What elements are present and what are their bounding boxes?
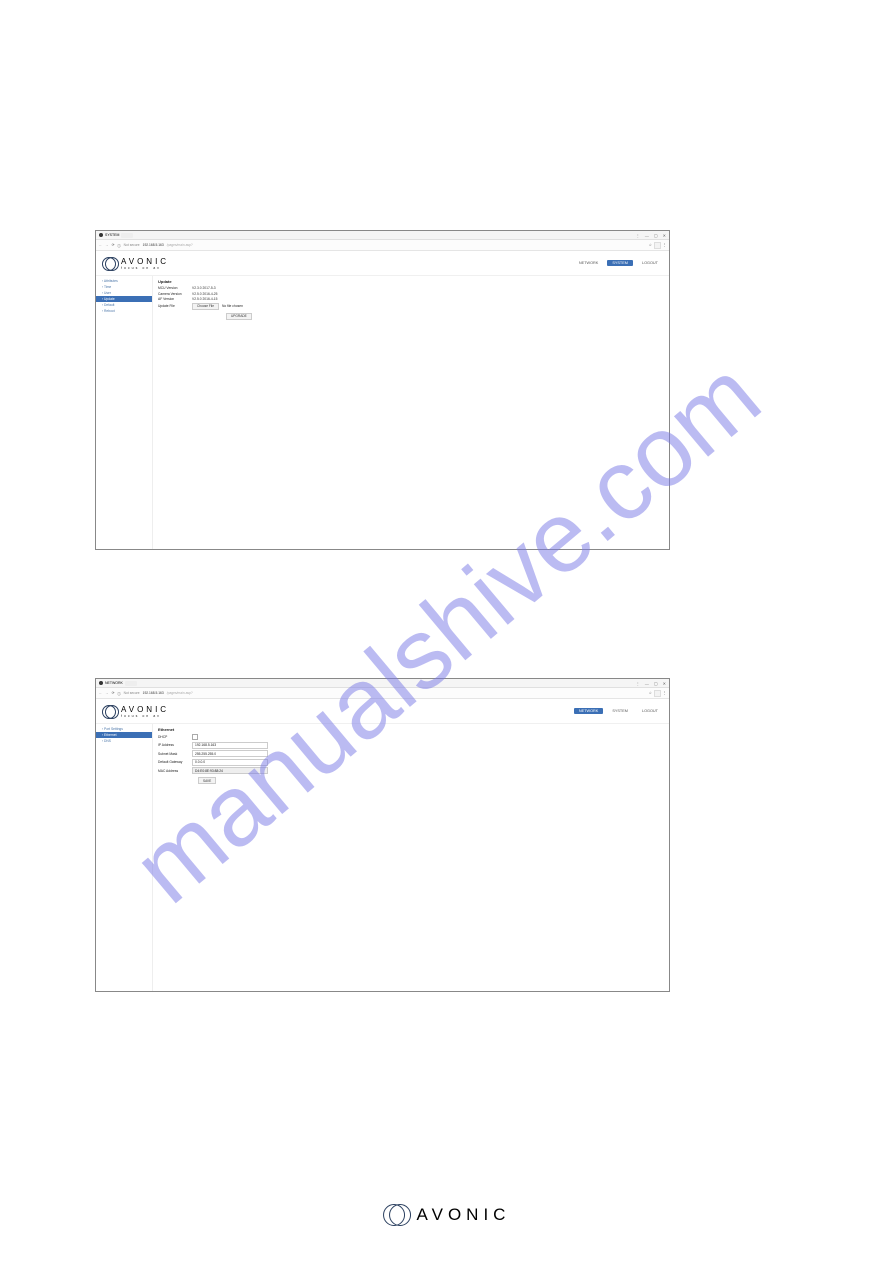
row-dhcp: DHCP <box>158 734 664 740</box>
settings-icon[interactable]: ⋮ <box>636 233 640 238</box>
no-file-label: No file chosen <box>222 304 243 308</box>
security-icon[interactable]: ⓘ <box>117 691 120 696</box>
forward-button[interactable]: → <box>105 243 108 247</box>
url-host[interactable]: 192.168.5.163 <box>143 243 164 247</box>
window-controls: ⋮ — ▢ ✕ <box>636 681 666 686</box>
logo: AVONIC focus on av <box>102 704 169 719</box>
minimize-button[interactable]: — <box>645 681 649 686</box>
app-body: › Port Settings › Ethernet › DNS Etherne… <box>96 724 669 992</box>
row-gateway: Default Gateway0.0.0.0 <box>158 759 664 766</box>
close-button[interactable]: ✕ <box>663 681 666 686</box>
row-mac: MAC AddressD4:E0:8E:93:88:24 <box>158 767 664 774</box>
extension-icon[interactable] <box>654 242 661 249</box>
ip-address-input[interactable]: 192.168.5.163 <box>192 742 268 749</box>
save-button[interactable]: SAVE <box>198 777 216 784</box>
content-pane: Ethernet DHCP IP Address192.168.5.163 Su… <box>153 724 669 992</box>
security-icon[interactable]: ⓘ <box>117 243 120 248</box>
tab-title[interactable]: SYSTEM <box>105 233 119 237</box>
browser-window-system: SYSTEM ⋮ — ▢ ✕ ← → ⟳ ⓘ Not secure 192.16… <box>95 230 670 550</box>
titlebar: NETWORK ⋮ — ▢ ✕ <box>96 679 669 688</box>
menu-icon[interactable]: ⋮ <box>663 243 666 247</box>
page-title: Ethernet <box>158 727 664 732</box>
maximize-button[interactable]: ▢ <box>654 681 658 686</box>
address-bar: ← → ⟳ ⓘ Not secure 192.168.5.163 /pages/… <box>96 688 669 699</box>
logo: AVONIC focus on av <box>102 256 169 271</box>
dhcp-checkbox[interactable] <box>192 734 198 740</box>
logo-text: AVONIC focus on av <box>121 705 169 718</box>
maximize-button[interactable]: ▢ <box>654 233 658 238</box>
menu-icon[interactable]: ⋮ <box>663 691 666 695</box>
row-camera-version: Camera VersionV2.5.0 2016-4-25 <box>158 292 664 296</box>
logo-icon <box>102 704 117 719</box>
header-tabs: NETWORK SYSTEM LOGOUT <box>574 260 663 266</box>
sidebar-item-dns[interactable]: › DNS <box>96 738 152 744</box>
reload-button[interactable]: ⟳ <box>112 243 115 247</box>
new-tab[interactable] <box>121 233 133 238</box>
app-header: AVONIC focus on av NETWORK SYSTEM LOGOUT <box>96 251 669 276</box>
url-path[interactable]: /pages/main.asp? <box>167 691 193 695</box>
close-button[interactable]: ✕ <box>663 233 666 238</box>
content-pane: Update MCU VersionV2.3.0 2017-5-3 Camera… <box>153 276 669 550</box>
address-bar: ← → ⟳ ⓘ Not secure 192.168.5.163 /pages/… <box>96 240 669 251</box>
titlebar: SYSTEM ⋮ — ▢ ✕ <box>96 231 669 240</box>
star-icon[interactable]: ☆ <box>649 691 652 695</box>
page-title: Update <box>158 279 664 284</box>
footer-logo-icon <box>383 1202 409 1228</box>
tab-logout[interactable]: LOGOUT <box>637 708 663 714</box>
window-controls: ⋮ — ▢ ✕ <box>636 233 666 238</box>
sidebar-item-reboot[interactable]: › Reboot <box>96 308 152 314</box>
app-header: AVONIC focus on av NETWORK SYSTEM LOGOUT <box>96 699 669 724</box>
sidebar: › Attributes › Time › User › Update › De… <box>96 276 153 550</box>
logo-text: AVONIC focus on av <box>121 257 169 270</box>
logo-icon <box>102 256 117 271</box>
url-host[interactable]: 192.168.5.163 <box>143 691 164 695</box>
back-button[interactable]: ← <box>99 243 102 247</box>
mac-address-field: D4:E0:8E:93:88:24 <box>192 767 268 774</box>
sidebar: › Port Settings › Ethernet › DNS <box>96 724 153 992</box>
new-tab[interactable] <box>125 681 137 686</box>
subnet-mask-input[interactable]: 255.255.255.0 <box>192 750 268 757</box>
tab-favicon <box>99 681 103 685</box>
upgrade-button[interactable]: UPGRADE <box>226 313 252 320</box>
tab-title[interactable]: NETWORK <box>105 681 123 685</box>
star-icon[interactable]: ☆ <box>649 243 652 247</box>
app-body: › Attributes › Time › User › Update › De… <box>96 276 669 550</box>
tab-network[interactable]: NETWORK <box>574 708 603 714</box>
tab-logout[interactable]: LOGOUT <box>637 260 663 266</box>
not-secure-label: Not secure <box>124 691 140 695</box>
footer-logo: AVONIC <box>383 1202 511 1228</box>
tab-system[interactable]: SYSTEM <box>607 708 633 714</box>
url-path[interactable]: /pages/main.asp? <box>167 243 193 247</box>
row-ip: IP Address192.168.5.163 <box>158 742 664 749</box>
row-mcu-version: MCU VersionV2.3.0 2017-5-3 <box>158 286 664 290</box>
gateway-input[interactable]: 0.0.0.0 <box>192 759 268 766</box>
tab-favicon <box>99 233 103 237</box>
forward-button[interactable]: → <box>105 691 108 695</box>
row-af-version: AF VersionV2.5.0 2016-4-15 <box>158 297 664 301</box>
choose-file-button[interactable]: Choose File <box>192 303 219 310</box>
tab-system[interactable]: SYSTEM <box>607 260 633 266</box>
not-secure-label: Not secure <box>124 243 140 247</box>
tab-network[interactable]: NETWORK <box>574 260 603 266</box>
row-subnet: Subnet Mask255.255.255.0 <box>158 750 664 757</box>
settings-icon[interactable]: ⋮ <box>636 681 640 686</box>
footer-logo-text: AVONIC <box>417 1205 511 1225</box>
minimize-button[interactable]: — <box>645 233 649 238</box>
header-tabs: NETWORK SYSTEM LOGOUT <box>574 708 663 714</box>
extension-icon[interactable] <box>654 690 661 697</box>
row-update-file: Update File Choose File No file chosen <box>158 303 664 310</box>
back-button[interactable]: ← <box>99 691 102 695</box>
browser-window-network: NETWORK ⋮ — ▢ ✕ ← → ⟳ ⓘ Not secure 192.1… <box>95 678 670 992</box>
reload-button[interactable]: ⟳ <box>112 691 115 695</box>
